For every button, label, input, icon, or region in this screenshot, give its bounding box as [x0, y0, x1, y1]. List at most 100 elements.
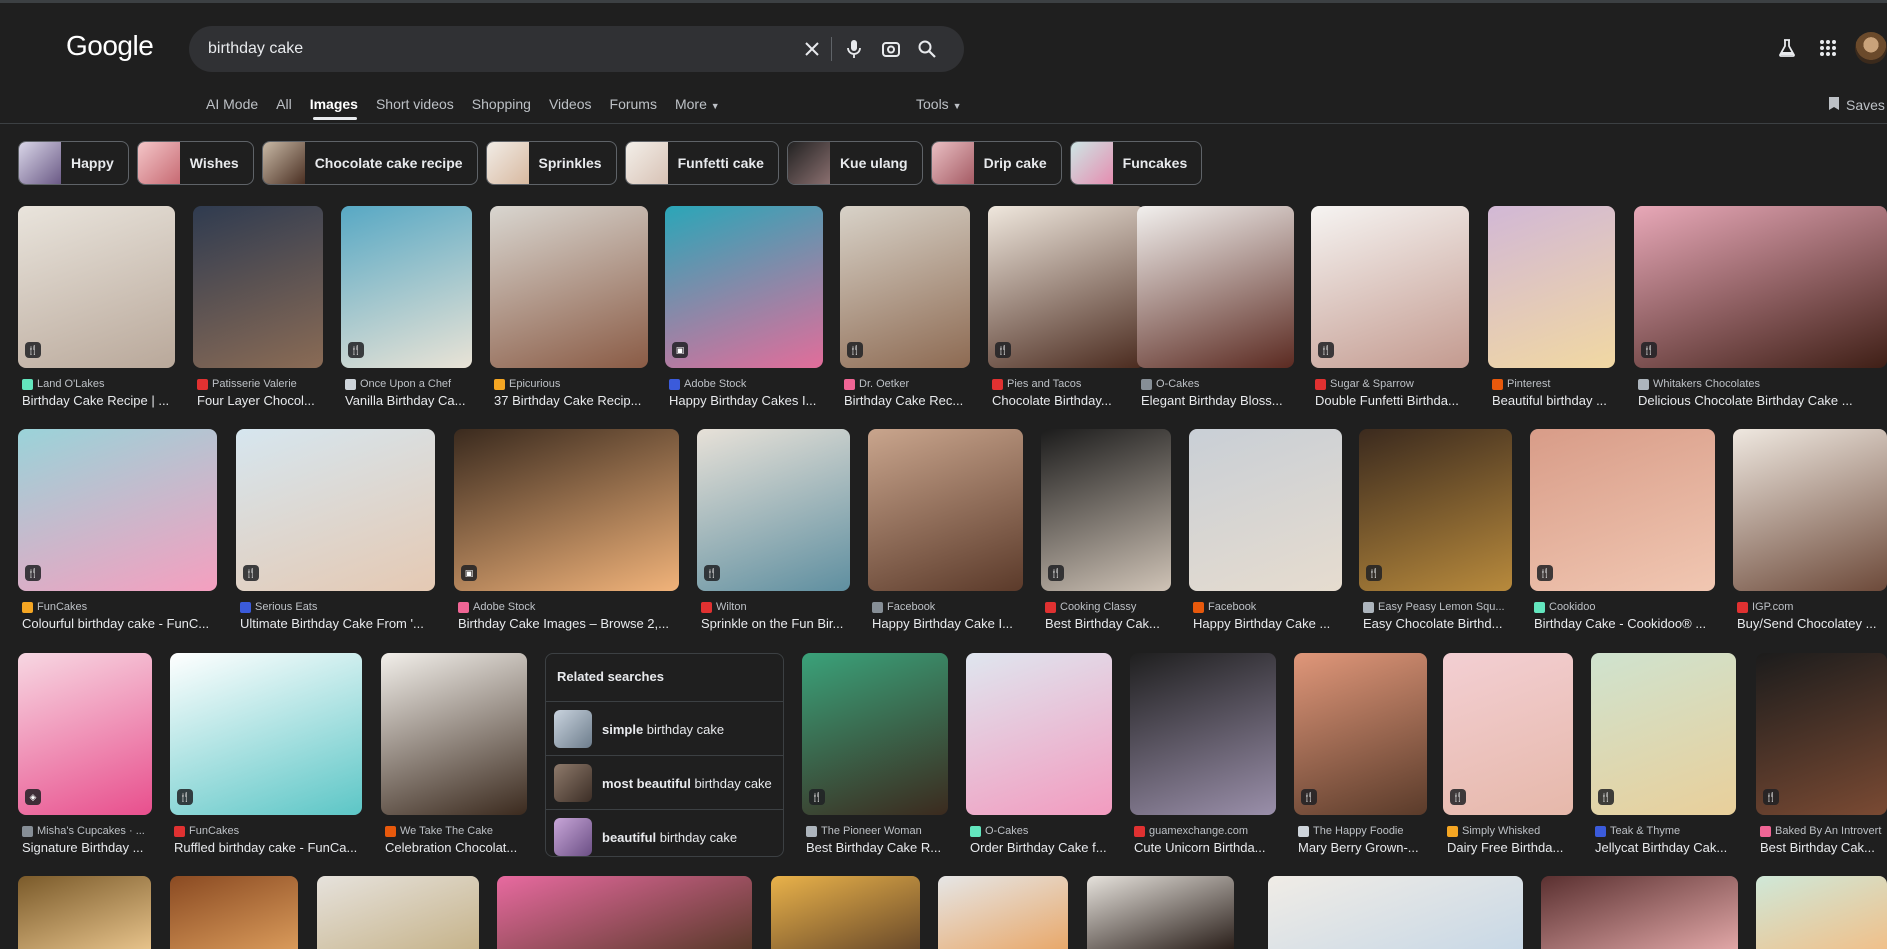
image-result[interactable]: 🍴 Land O'Lakes Birthday Cake Recipe | ... — [18, 206, 175, 418]
result-title[interactable]: Sprinkle on the Fun Bir... — [701, 616, 850, 631]
camera-lens-icon[interactable] — [879, 37, 903, 61]
image-result[interactable]: ◈ Misha's Cupcakes · ... Signature Birthda… — [18, 653, 152, 865]
image-thumbnail[interactable] — [18, 429, 217, 591]
image-result[interactable] — [1268, 876, 1523, 949]
result-source[interactable]: IGP.com — [1737, 601, 1887, 613]
image-result[interactable]: 🍴 Easy Peasy Lemon Squ... Easy Chocolate B… — [1359, 429, 1512, 641]
image-result[interactable] — [938, 876, 1068, 949]
result-title[interactable]: Delicious Chocolate Birthday Cake ... — [1638, 393, 1887, 408]
image-result[interactable]: 🍴 Dr. Oetker Birthday Cake Rec... — [840, 206, 970, 418]
close-icon[interactable] — [800, 37, 824, 61]
tab-ai-mode[interactable]: AI Mode — [206, 94, 258, 118]
result-title[interactable]: Birthday Cake Rec... — [844, 393, 970, 408]
result-title[interactable]: Easy Chocolate Birthd... — [1363, 616, 1512, 631]
result-title[interactable]: Ultimate Birthday Cake From '... — [240, 616, 435, 631]
result-source[interactable]: Pies and Tacos — [992, 378, 1145, 390]
result-source[interactable]: Teak & Thyme — [1595, 825, 1736, 837]
chip-funcakes[interactable]: Funcakes — [1069, 141, 1203, 185]
result-source[interactable]: Land O'Lakes — [22, 378, 175, 390]
image-result[interactable]: O-Cakes Elegant Birthday Bloss... — [1137, 206, 1294, 418]
image-result[interactable] — [771, 876, 920, 949]
image-result[interactable]: 🍴 Cookidoo Birthday Cake - Cookidoo® ... — [1530, 429, 1715, 641]
tab-short-videos[interactable]: Short videos — [376, 94, 454, 118]
image-result[interactable] — [317, 876, 479, 949]
result-source[interactable]: The Pioneer Woman — [806, 825, 948, 837]
result-source[interactable]: The Happy Foodie — [1298, 825, 1427, 837]
image-result[interactable]: 🍴 Whitakers Chocolates Delicious Chocolate… — [1634, 206, 1887, 418]
image-result[interactable]: 🍴 Cooking Classy Best Birthday Cak... — [1041, 429, 1171, 641]
image-result[interactable]: Epicurious 37 Birthday Cake Recip... — [490, 206, 648, 418]
image-result[interactable]: 🍴 Sugar & Sparrow Double Funfetti Birthda.… — [1311, 206, 1469, 418]
result-title[interactable]: Colourful birthday cake - FunC... — [22, 616, 217, 631]
result-source[interactable]: Cooking Classy — [1045, 601, 1171, 613]
result-title[interactable]: Dairy Free Birthda... — [1447, 840, 1573, 855]
result-source[interactable]: Cookidoo — [1534, 601, 1715, 613]
result-source[interactable]: Simply Whisked — [1447, 825, 1573, 837]
result-source[interactable]: guamexchange.com — [1134, 825, 1276, 837]
related-search-beautiful[interactable]: beautiful birthday cake — [546, 809, 783, 864]
image-result[interactable]: 🍴 The Pioneer Woman Best Birthday Cake R..… — [802, 653, 948, 865]
result-source[interactable]: Facebook — [1193, 601, 1342, 613]
image-thumbnail[interactable] — [1311, 206, 1469, 368]
result-title[interactable]: Best Birthday Cak... — [1760, 840, 1887, 855]
image-thumbnail[interactable] — [1137, 206, 1294, 368]
result-source[interactable]: Once Upon a Chef — [345, 378, 472, 390]
result-title[interactable]: Best Birthday Cake R... — [806, 840, 948, 855]
chip-chocolate-cake-recipe[interactable]: Chocolate cake recipe — [261, 141, 478, 185]
result-title[interactable]: Beautiful birthday ... — [1492, 393, 1615, 408]
result-source[interactable]: Wilton — [701, 601, 850, 613]
image-thumbnail[interactable] — [697, 429, 850, 591]
result-title[interactable]: Double Funfetti Birthda... — [1315, 393, 1469, 408]
tab-all[interactable]: All — [276, 94, 292, 118]
result-source[interactable]: FunCakes — [174, 825, 362, 837]
image-thumbnail[interactable] — [18, 206, 175, 368]
image-thumbnail[interactable] — [1634, 206, 1887, 368]
result-title[interactable]: Elegant Birthday Bloss... — [1141, 393, 1294, 408]
image-thumbnail[interactable] — [1733, 429, 1887, 591]
image-thumbnail[interactable] — [381, 653, 527, 815]
result-title[interactable]: Celebration Chocolat... — [385, 840, 527, 855]
image-result[interactable] — [1541, 876, 1738, 949]
image-result[interactable] — [497, 876, 752, 949]
image-result[interactable]: 🍴 Serious Eats Ultimate Birthday Cake From… — [236, 429, 435, 641]
result-source[interactable]: Adobe Stock — [669, 378, 823, 390]
result-source[interactable]: Facebook — [872, 601, 1023, 613]
image-result[interactable]: ▣ Adobe Stock Birthday Cake Images – Brows… — [454, 429, 679, 641]
result-source[interactable]: Pinterest — [1492, 378, 1615, 390]
flask-icon[interactable] — [1775, 36, 1799, 60]
image-thumbnail[interactable] — [193, 206, 323, 368]
result-title[interactable]: Cute Unicorn Birthda... — [1134, 840, 1276, 855]
result-source[interactable]: Serious Eats — [240, 601, 435, 613]
image-result[interactable]: O-Cakes Order Birthday Cake f... — [966, 653, 1112, 865]
result-source[interactable]: Epicurious — [494, 378, 648, 390]
image-result[interactable] — [1087, 876, 1234, 949]
chip-happy[interactable]: Happy — [18, 141, 129, 185]
tab-more[interactable]: More ▼ — [675, 94, 720, 118]
result-title[interactable]: Jellycat Birthday Cak... — [1595, 840, 1736, 855]
image-result[interactable]: Patisserie Valerie Four Layer Chocol... — [193, 206, 323, 418]
image-thumbnail[interactable] — [966, 653, 1112, 815]
image-thumbnail[interactable] — [868, 429, 1023, 591]
google-logo[interactable]: Google — [66, 30, 154, 62]
result-title[interactable]: Birthday Cake Images – Browse 2,... — [458, 616, 679, 631]
tab-videos[interactable]: Videos — [549, 94, 592, 118]
result-title[interactable]: Buy/Send Chocolatey ... — [1737, 616, 1887, 631]
result-source[interactable]: We Take The Cake — [385, 825, 527, 837]
chip-kue-ulang[interactable]: Kue ulang — [786, 141, 923, 185]
tab-shopping[interactable]: Shopping — [472, 94, 531, 118]
image-result[interactable] — [18, 876, 151, 949]
image-result[interactable] — [170, 876, 298, 949]
image-thumbnail[interactable] — [1530, 429, 1715, 591]
image-result[interactable]: 🍴 Teak & Thyme Jellycat Birthday Cak... — [1591, 653, 1736, 865]
image-thumbnail[interactable] — [1189, 429, 1342, 591]
mic-icon[interactable] — [842, 37, 866, 61]
chip-drip-cake[interactable]: Drip cake — [930, 141, 1062, 185]
grid-icon[interactable] — [1816, 36, 1840, 60]
result-title[interactable]: Happy Birthday Cake ... — [1193, 616, 1342, 631]
chip-wishes[interactable]: Wishes — [136, 141, 254, 185]
avatar[interactable] — [1855, 32, 1887, 64]
result-source[interactable]: FunCakes — [22, 601, 217, 613]
image-result[interactable]: 🍴 Simply Whisked Dairy Free Birthda... — [1443, 653, 1573, 865]
search-icon[interactable] — [915, 37, 939, 61]
image-result[interactable]: Pinterest Beautiful birthday ... — [1488, 206, 1615, 418]
